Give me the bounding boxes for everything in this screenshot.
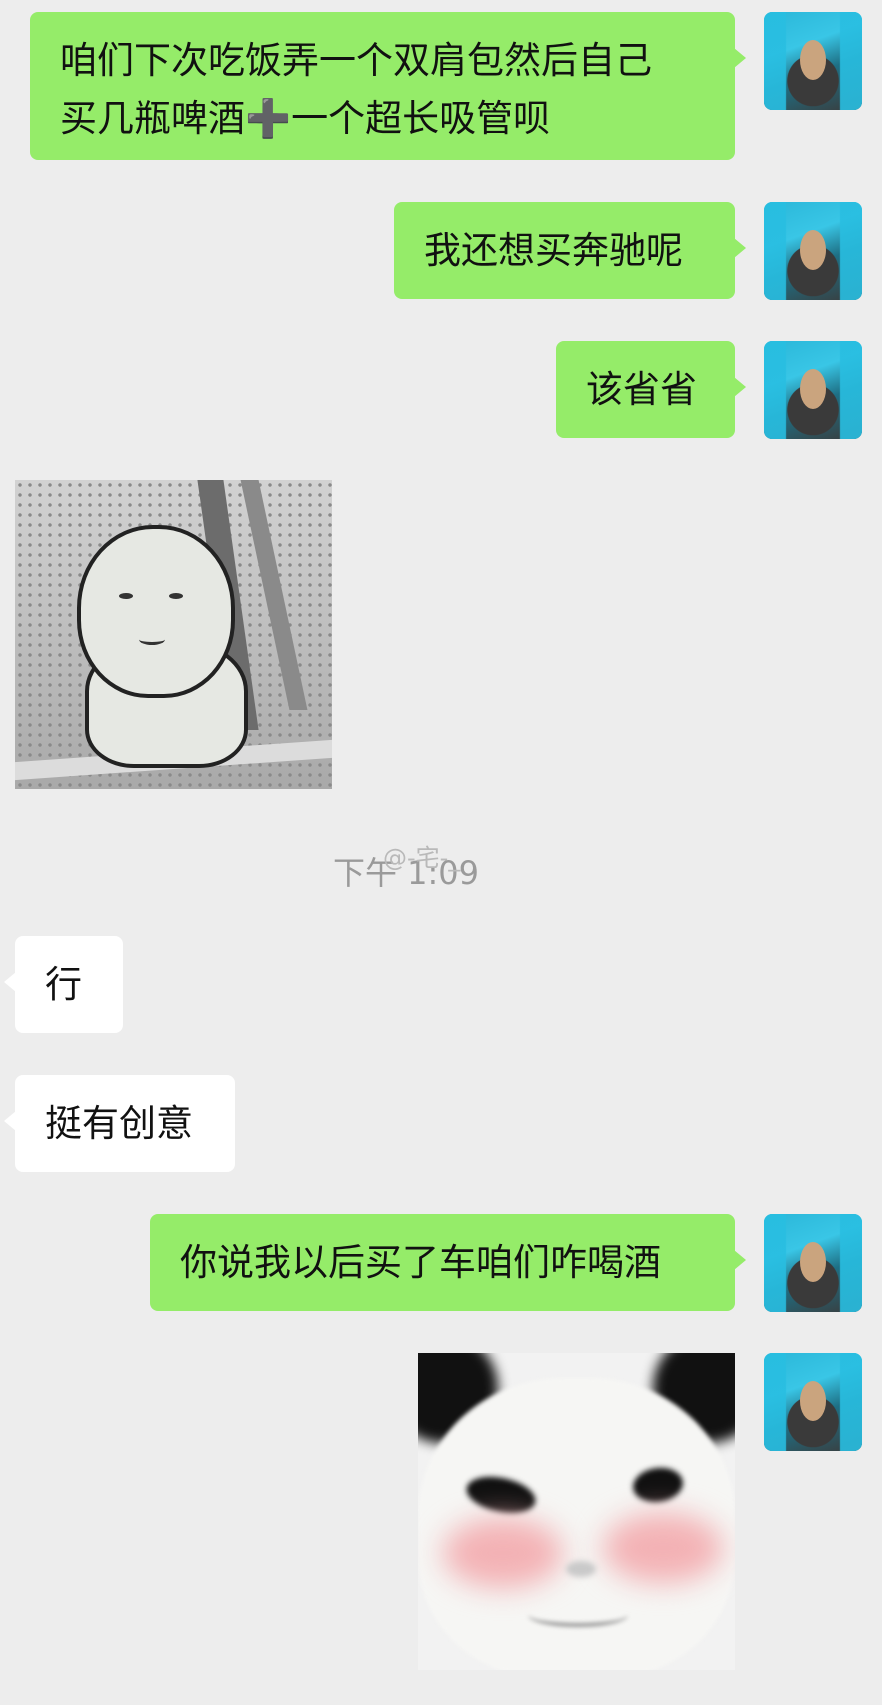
avatar-face	[800, 1381, 826, 1421]
avatar-face	[800, 369, 826, 409]
user-avatar[interactable]	[764, 1214, 862, 1312]
panda-mouth	[528, 1603, 628, 1627]
message-bubble-outgoing[interactable]: 该省省	[556, 341, 746, 438]
user-avatar[interactable]	[764, 1353, 862, 1451]
avatar-face	[800, 40, 826, 80]
avatar-face	[800, 230, 826, 270]
message-bubble-outgoing[interactable]: 你说我以后买了车咱们咋喝酒	[150, 1214, 746, 1311]
sticker-blushing-panda[interactable]	[418, 1353, 735, 1670]
meme-eye	[169, 593, 183, 599]
user-avatar[interactable]	[764, 202, 862, 300]
meme-head	[77, 525, 235, 698]
meme-mouth	[139, 634, 165, 645]
message-bubble-incoming[interactable]: 挺有创意	[4, 1075, 235, 1172]
weibo-watermark: @-宅-_	[383, 844, 461, 872]
sticker-meme-bench[interactable]	[15, 480, 332, 789]
panda-blush	[603, 1513, 723, 1583]
avatar-face	[800, 1242, 826, 1282]
message-bubble-outgoing[interactable]: 我还想买奔驰呢	[394, 202, 746, 299]
panda-blush	[443, 1518, 563, 1588]
meme-eye	[119, 593, 133, 599]
panda-nose	[566, 1561, 596, 1577]
message-bubble-outgoing[interactable]: 咱们下次吃饭弄一个双肩包然后自己 买几瓶啤酒➕一个超长吸管呗	[30, 12, 746, 160]
message-bubble-incoming[interactable]: 行	[4, 936, 123, 1033]
user-avatar[interactable]	[764, 12, 862, 110]
user-avatar[interactable]	[764, 341, 862, 439]
